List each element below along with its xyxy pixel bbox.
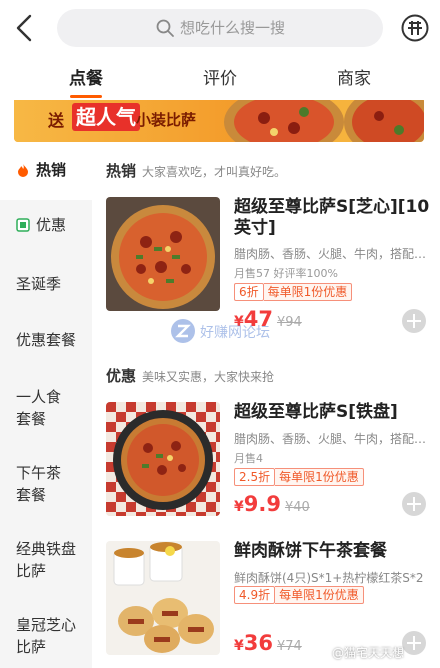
banner-text-give: 送 (48, 111, 65, 130)
item-name: 超级至尊比萨S[铁盘] (234, 402, 398, 422)
sidebar-item-hot[interactable]: 热销 (0, 144, 92, 200)
price-value: 9.9 (243, 492, 281, 516)
item-description: 腊肉肠、香肠、火腿、牛肉，搭配… (234, 247, 427, 261)
item-sales: 月售4 (234, 452, 263, 465)
item-name: 超级至尊比萨S[芝心][10英寸] (234, 197, 430, 238)
add-to-cart-button[interactable] (402, 631, 426, 655)
sidebar-item-label: 比萨 (16, 638, 47, 656)
sidebar-item-single-meal[interactable]: 一人食 套餐 (0, 386, 92, 430)
discount-badge: 6折 (234, 283, 264, 301)
sidebar-item-label: 比萨 (16, 562, 47, 580)
discount-badge: 2.5折 (234, 468, 276, 486)
back-arrow-icon[interactable] (10, 12, 38, 44)
sidebar-item-label: 一人食 (16, 388, 62, 406)
tab-order[interactable]: 点餐 (36, 68, 136, 90)
header: 想吃什么搜一搜 (0, 0, 440, 56)
search-bar[interactable]: 想吃什么搜一搜 (57, 9, 383, 47)
item-promo: 4.9折 每单限1份优惠 (234, 586, 364, 604)
item-price: ¥36 ¥74 (234, 631, 302, 655)
pin-group-icon[interactable] (400, 13, 430, 43)
sidebar-item-crown-pizza[interactable]: 皇冠芝心 比萨 (0, 614, 92, 658)
search-icon (156, 19, 174, 37)
watermark: 好赚网论坛 (170, 318, 310, 346)
section-title: 热销 (106, 162, 137, 180)
menu-item[interactable]: 超级至尊比萨S[芝心][10英寸] 腊肉肠、香肠、火腿、牛肉，搭配… 月售57 … (106, 197, 434, 337)
price-value: 36 (243, 631, 273, 655)
section-subtitle: 大家喜欢吃，才叫真好吃。 (142, 165, 287, 179)
coupon-icon (16, 218, 30, 232)
image-credit: @猫宅天天想 (332, 646, 405, 660)
section-title: 优惠 (106, 367, 137, 385)
banner-text-popular: 超人气 (72, 103, 140, 131)
tab-bar: 点餐 评价 商家 (0, 60, 440, 100)
limit-badge: 每单限1份优惠 (275, 586, 364, 604)
add-to-cart-button[interactable] (402, 492, 426, 516)
tab-merchant[interactable]: 商家 (304, 68, 404, 90)
currency-symbol: ¥ (234, 638, 244, 654)
item-promo: 2.5折 每单限1份优惠 (234, 468, 364, 486)
sidebar-item-christmas[interactable]: 圣诞季 (0, 273, 92, 295)
item-sales: 月售57 好评率100% (234, 267, 338, 280)
original-price: ¥40 (284, 500, 310, 515)
tab-reviews[interactable]: 评价 (170, 68, 270, 90)
discount-badge: 4.9折 (234, 586, 276, 604)
original-price: ¥74 (276, 639, 302, 654)
limit-badge: 每单限1份优惠 (275, 468, 364, 486)
sidebar-item-label: 套餐 (16, 410, 47, 428)
item-description: 腊肉肠、香肠、火腿、牛肉，搭配… (234, 432, 427, 446)
section-header-hot: 热销 大家喜欢吃，才叫真好吃。 (106, 160, 286, 181)
sidebar-item-label: 套餐 (16, 486, 47, 504)
sidebar-item-pan-pizza[interactable]: 经典铁盘 比萨 (0, 538, 92, 582)
add-to-cart-button[interactable] (402, 309, 426, 333)
pizza-image (106, 197, 220, 311)
sidebar-item-label: 经典铁盘 (16, 540, 77, 558)
banner-text-small-pizza: 小装比萨 (136, 111, 197, 129)
sidebar-item-discount[interactable]: 优惠 (0, 214, 92, 236)
pizza-image (106, 402, 220, 516)
promo-banner[interactable]: 送 超人气 小装比萨 (14, 100, 424, 142)
sidebar-item-label: 下午茶 (16, 464, 62, 482)
item-price: ¥9.9 ¥40 (234, 492, 310, 516)
watermark-logo-icon (171, 319, 195, 343)
sidebar-item-label: 皇冠芝心 (16, 616, 77, 634)
currency-symbol: ¥ (234, 499, 244, 515)
menu-item[interactable]: 超级至尊比萨S[铁盘] 腊肉肠、香肠、火腿、牛肉，搭配… 月售4 2.5折 每单限… (106, 402, 434, 532)
section-subtitle: 美味又实惠，大家快来抢 (142, 370, 275, 384)
category-sidebar: 热销 优惠 圣诞季 优惠套餐 一人食 套餐 下午茶 套餐 经典铁盘 比萨 皇冠芝… (0, 144, 92, 668)
item-name: 鲜肉酥饼下午茶套餐 (234, 541, 387, 561)
tab-active-indicator (70, 95, 102, 98)
watermark-text: 好赚网论坛 (200, 325, 270, 341)
sidebar-item-label: 优惠 (36, 216, 67, 234)
sidebar-item-label: 热销 (36, 161, 67, 179)
pastry-set-image (106, 541, 220, 655)
search-placeholder: 想吃什么搜一搜 (180, 19, 286, 37)
flame-icon (18, 164, 28, 177)
item-promo: 6折 每单限1份优惠 (234, 283, 353, 301)
limit-badge: 每单限1份优惠 (263, 283, 353, 301)
banner-pizza-image (224, 100, 424, 142)
sidebar-item-combo[interactable]: 优惠套餐 (0, 329, 92, 351)
section-header-discount: 优惠 美味又实惠，大家快来抢 (106, 365, 274, 386)
sidebar-item-afternoon-tea[interactable]: 下午茶 套餐 (0, 462, 92, 506)
item-description: 鲜肉酥饼(4只)S*1+热柠檬红茶S*2 (234, 571, 424, 585)
